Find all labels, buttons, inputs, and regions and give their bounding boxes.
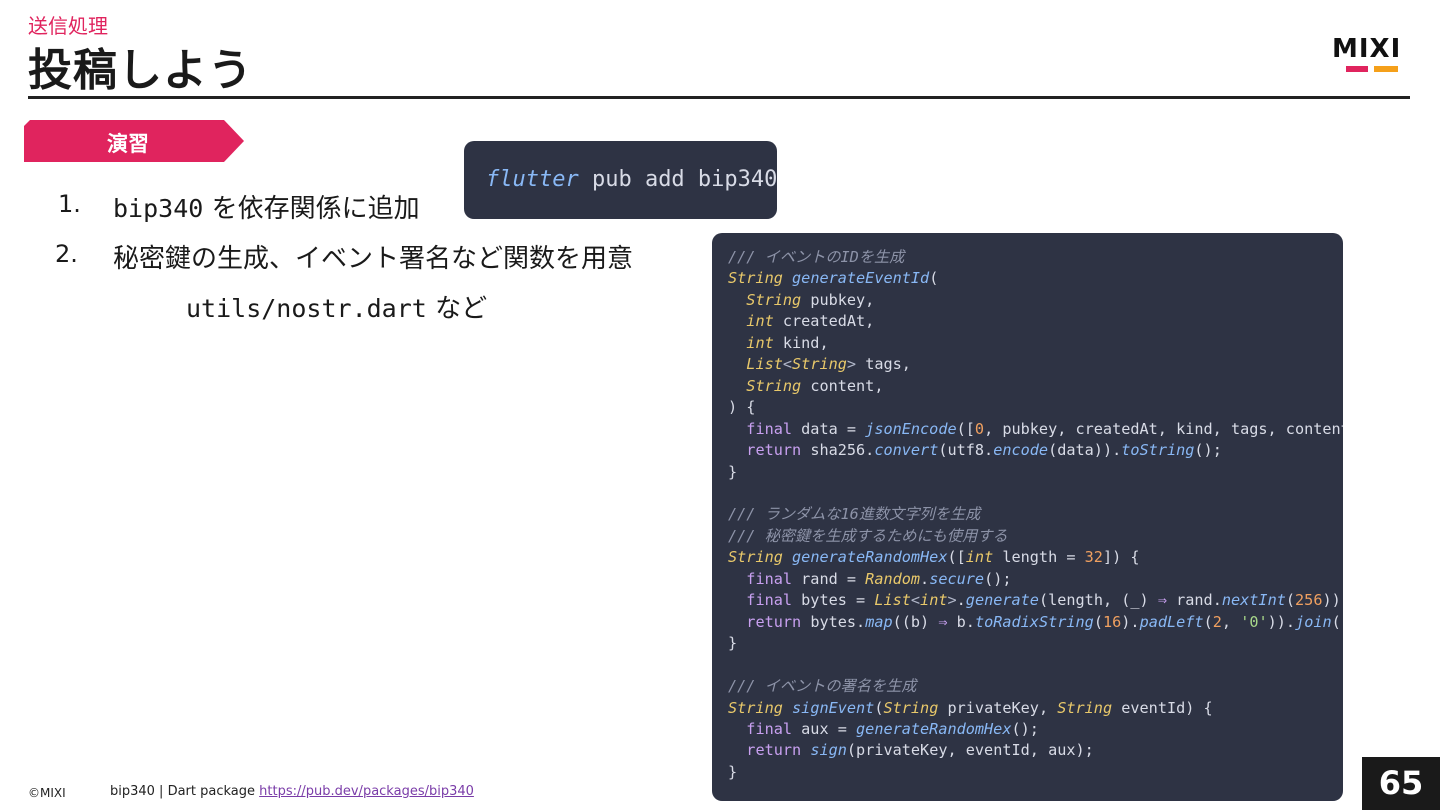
step-1-number: 1. — [58, 190, 81, 218]
title-divider — [28, 96, 1410, 99]
logo-bar-pink — [1346, 66, 1368, 72]
step-1-code: bip340 — [113, 194, 204, 223]
command-line: flutter pub add bip340 — [486, 167, 777, 192]
step-2-text: 秘密鍵の生成、イベント署名など関数を用意 — [113, 244, 634, 274]
command-name: flutter — [486, 167, 579, 192]
source-text: bip340 | Dart package — [110, 784, 260, 799]
copyright: ©MIXI — [28, 786, 66, 800]
command-args: pub add bip340 — [578, 167, 778, 192]
logo-bar-orange — [1374, 66, 1398, 72]
step-2-number: 2. — [55, 240, 78, 268]
sub-note-label: など — [426, 294, 488, 324]
code-snippet: /// イベントのIDを生成 String generateEventId( S… — [712, 233, 1343, 801]
exercise-tag-label: 演習 — [107, 132, 149, 156]
step-1-label: を依存関係に追加 — [203, 194, 420, 224]
logo-text: MIXI — [1332, 34, 1402, 64]
command-snippet: flutter pub add bip340 — [464, 141, 777, 219]
sub-note-code: utils/nostr.dart — [186, 294, 427, 323]
source-credit: bip340 | Dart package https://pub.dev/pa… — [110, 784, 474, 799]
step-1-text: bip340 を依存関係に追加 — [113, 188, 420, 225]
page-number: 65 — [1362, 757, 1440, 810]
exercise-tag: 演習 — [24, 120, 244, 162]
mixi-logo: MIXI — [1332, 36, 1412, 76]
page-title: 投稿しよう — [28, 45, 253, 96]
source-link[interactable]: https://pub.dev/packages/bip340 — [259, 784, 474, 799]
code-block: /// イベントのIDを生成 String generateEventId( S… — [728, 248, 1343, 781]
sub-note: utils/nostr.dart など — [186, 288, 487, 325]
